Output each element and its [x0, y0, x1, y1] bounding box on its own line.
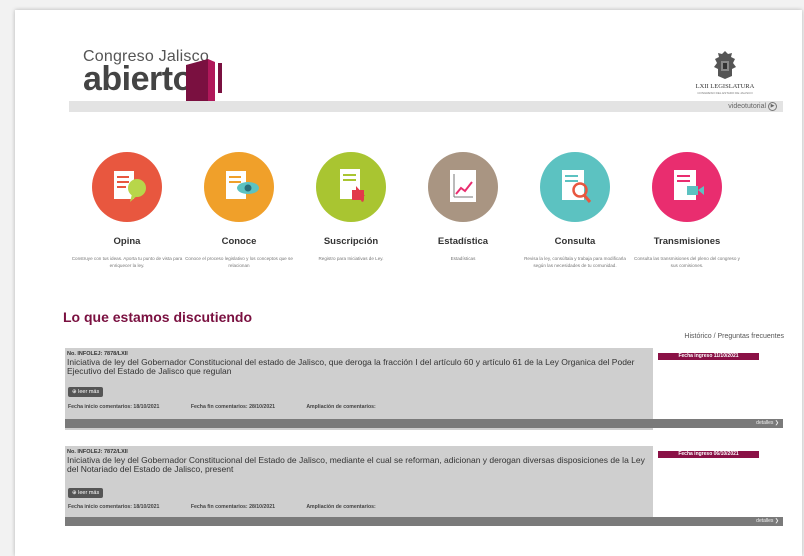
read-more-label: leer más	[78, 490, 100, 496]
service-description: Construye con tus ideas. Aporta tu punto…	[71, 256, 183, 268]
eye-icon	[226, 171, 259, 199]
details-bar[interactable]: detalles ❯	[65, 419, 783, 428]
transmisiones-circle[interactable]	[652, 152, 722, 222]
extension: Ampliación de comentarios:	[306, 404, 376, 410]
end-date: Fecha fin comentarios: 28/10/2021	[190, 504, 276, 510]
video-camera-icon	[674, 170, 704, 200]
top-bar: videotutorial ▶	[69, 101, 783, 112]
service-description: Conoce el proceso legislativo y los conc…	[185, 256, 293, 268]
initiative-body: No. INFOLEJ: 7878/LXII Iniciativa de ley…	[65, 348, 653, 430]
chat-bubble-icon	[114, 171, 146, 202]
service-transmisiones[interactable]: Transmisiones Consulta las transmisiones…	[627, 152, 747, 269]
end-date: Fecha fin comentarios: 28/10/2021	[190, 404, 276, 410]
read-more-button[interactable]: ⊕ leer más	[68, 387, 104, 397]
initiative-text[interactable]: Iniciativa de ley del Gobernador Constit…	[67, 456, 657, 474]
legislature-subtitle: CONGRESO DEL ESTADO DE JALISCO	[697, 91, 753, 95]
read-more-button[interactable]: ⊕ leer más	[68, 488, 104, 498]
initiative-side	[653, 348, 785, 430]
video-tutorial-label: videotutorial	[728, 103, 767, 110]
service-description: Registro para Iniciativas de Ley.	[318, 256, 384, 261]
estadistica-circle[interactable]	[428, 152, 498, 222]
suscripcion-circle[interactable]	[316, 152, 386, 222]
details-label: detalles	[756, 420, 774, 426]
section-title: Lo que estamos discutiendo	[63, 309, 253, 325]
legislature-title: LXII LEGISLATURA	[695, 83, 755, 90]
initiative-side	[653, 446, 785, 526]
start-date: Fecha inicio comentarios: 18/10/2021	[68, 504, 160, 510]
initiative-text[interactable]: Iniciativa de ley del Gobernador Constit…	[67, 358, 657, 376]
service-description: Estadísticas	[450, 256, 476, 261]
service-title: Conoce	[221, 236, 257, 247]
cursor-click-icon	[340, 169, 365, 202]
service-suscripcion[interactable]: Suscripción Registro para Iniciativas de…	[291, 152, 411, 262]
details-bar[interactable]: detalles ❯	[65, 517, 783, 526]
fecha-ingreso-badge: Fecha ingreso 11/10/2021	[658, 353, 759, 360]
coat-of-arms-icon	[714, 51, 736, 79]
start-date: Fecha inicio comentarios: 18/10/2021	[68, 404, 160, 410]
service-opina[interactable]: Opina Construye con tus ideas. Aporta tu…	[67, 152, 187, 269]
initiative-card: No. INFOLEJ: 7872/LXII Iniciativa de ley…	[65, 446, 785, 526]
play-icon: ▶	[768, 101, 777, 111]
initiative-dates: Fecha inicio comentarios: 18/10/2021 Fec…	[68, 404, 406, 410]
service-title: Suscripción	[323, 236, 379, 247]
conoce-circle[interactable]	[204, 152, 274, 222]
consulta-circle[interactable]	[540, 152, 610, 222]
initiative-body: No. INFOLEJ: 7872/LXII Iniciativa de ley…	[65, 446, 653, 526]
service-title: Opina	[113, 236, 141, 247]
service-estadistica[interactable]: Estadística Estadísticas	[403, 152, 523, 262]
service-conoce[interactable]: Conoce Conoce el proceso legislativo y l…	[179, 152, 299, 269]
details-toggle[interactable]: detalles ❯	[756, 419, 779, 428]
video-tutorial-link[interactable]: videotutorial ▶	[728, 101, 777, 112]
legislature-emblem[interactable]: LXII LEGISLATURA CONGRESO DEL ESTADO DE …	[695, 50, 755, 100]
details-label: detalles	[756, 518, 774, 524]
magnifier-icon	[562, 170, 592, 203]
opina-circle[interactable]	[92, 152, 162, 222]
initiative-card: No. INFOLEJ: 7878/LXII Iniciativa de ley…	[65, 348, 785, 430]
initiative-dates: Fecha inicio comentarios: 18/10/2021 Fec…	[68, 504, 406, 510]
fecha-ingreso-badge: Fecha ingreso 06/10/2021	[658, 451, 759, 458]
extension: Ampliación de comentarios:	[306, 504, 376, 510]
service-consulta[interactable]: Consulta Revisa la ley, consúltala y tra…	[515, 152, 635, 269]
service-description: Consulta las transmisiones del pleno del…	[634, 256, 740, 268]
service-description: Revisa la ley, consúltala y trabaja para…	[524, 256, 626, 268]
read-more-label: leer más	[78, 389, 100, 395]
service-title: Estadística	[437, 236, 489, 247]
history-faq-link[interactable]: Histórico / Preguntas frecuentes	[684, 333, 784, 340]
page: Congreso Jalisco abierto LXII LEGISLATUR…	[15, 10, 802, 556]
service-title: Transmisiones	[653, 236, 721, 247]
chart-icon	[450, 170, 476, 202]
service-title: Consulta	[554, 236, 596, 247]
chevron-down-icon: ❯	[774, 518, 779, 524]
chevron-down-icon: ❯	[774, 420, 779, 426]
details-toggle[interactable]: detalles ❯	[756, 517, 779, 526]
logo-main-text: abierto	[83, 60, 193, 98]
